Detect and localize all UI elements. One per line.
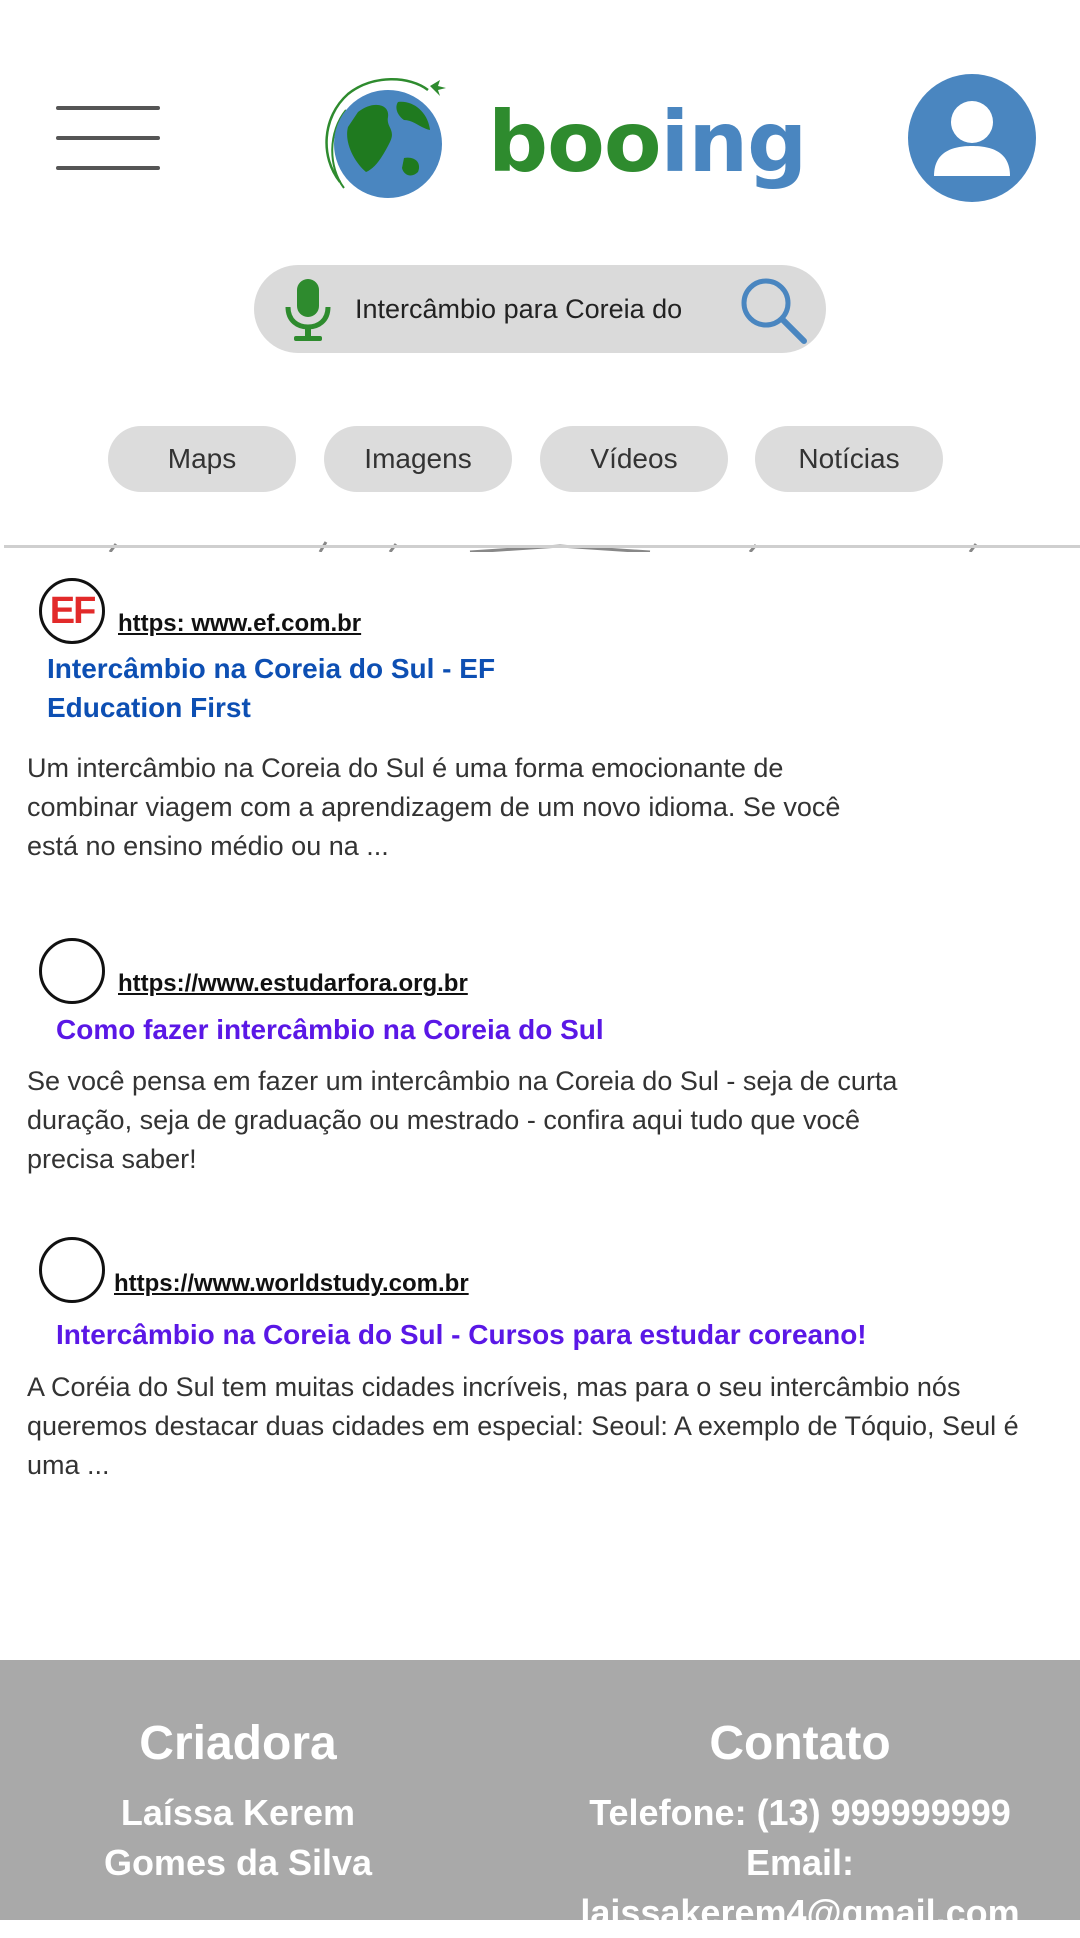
result-3-snippet-line2: queremos destacar duas cidades em especi… — [27, 1411, 1019, 1441]
result-2-url[interactable]: https://www.estudarfora.org.br — [118, 970, 468, 998]
result-2-snippet-line2: duração, seja de graduação ou mestrado -… — [27, 1105, 861, 1135]
result-1-url[interactable]: https: www.ef.com.br — [118, 610, 361, 638]
result-2-snippet-line1: Se você pensa em fazer um intercâmbio na… — [27, 1066, 898, 1096]
contact-email[interactable]: laissakerem4@gmail.com — [540, 1888, 1060, 1938]
globe-icon — [325, 78, 446, 198]
section-divider — [4, 545, 1080, 548]
result-1-snippet-line3: está no ensino médio ou na ... — [27, 831, 389, 861]
search-input[interactable]: Intercâmbio para Coreia do — [355, 265, 723, 353]
background-decoration — [108, 541, 978, 552]
result-1-snippet: Um intercâmbio na Coreia do Sul é uma fo… — [27, 749, 840, 866]
person-silhouette — [934, 101, 1010, 176]
footer-contact-heading: Contato — [709, 1717, 891, 1770]
result-2-title[interactable]: Como fazer intercâmbio na Coreia do Sul — [56, 1010, 604, 1049]
result-3-snippet-line3: uma ... — [27, 1450, 110, 1480]
logo-text-part2: ing — [660, 93, 808, 191]
result-1-snippet-line2: combinar viagem com a aprendizagem de um… — [27, 792, 841, 822]
logo-text-part1: boo — [488, 93, 662, 191]
search-icon[interactable] — [736, 273, 812, 349]
result-2-site-icon — [39, 938, 105, 1004]
result-2-snippet-line3: precisa saber! — [27, 1144, 197, 1174]
result-3-url[interactable]: https://www.worldstudy.com.br — [114, 1270, 469, 1298]
hamburger-menu-icon[interactable] — [56, 106, 160, 170]
result-1-title-line1: Intercâmbio na Coreia do Sul - EF — [47, 653, 496, 684]
creator-name-line2: Gomes da Silva — [103, 1842, 373, 1883]
footer-creator-heading: Criadora — [139, 1717, 337, 1770]
footer-creator-name: Laíssa Kerem Gomes da Silva — [0, 1788, 476, 1888]
microphone-icon[interactable] — [280, 277, 336, 343]
tab-videos[interactable]: Vídeos — [540, 426, 728, 492]
result-1-title[interactable]: Intercâmbio na Coreia do Sul - EF Educat… — [47, 649, 495, 727]
result-3-snippet: A Coréia do Sul tem muitas cidades incrí… — [27, 1368, 1019, 1485]
result-1-title-line2: Education First — [47, 692, 251, 723]
tab-noticias[interactable]: Notícias — [755, 426, 943, 492]
contact-email-label: Email: — [745, 1842, 855, 1883]
result-3-site-icon — [39, 1237, 105, 1303]
search-bar[interactable]: Intercâmbio para Coreia do — [254, 265, 826, 353]
footer-contact-details: Telefone: (13) 999999999 Email: laissake… — [540, 1788, 1060, 1938]
tab-imagens[interactable]: Imagens — [324, 426, 512, 492]
brand-logo-text: booing — [488, 92, 808, 192]
contact-phone: Telefone: (13) 999999999 — [589, 1792, 1011, 1833]
tab-maps[interactable]: Maps — [108, 426, 296, 492]
result-2-snippet: Se você pensa em fazer um intercâmbio na… — [27, 1062, 897, 1179]
result-1-snippet-line1: Um intercâmbio na Coreia do Sul é uma fo… — [27, 753, 784, 783]
footer: Criadora Laíssa Kerem Gomes da Silva Con… — [0, 1660, 1080, 1933]
result-3-snippet-line1: A Coréia do Sul tem muitas cidades incrí… — [27, 1372, 961, 1402]
user-avatar-icon[interactable] — [908, 74, 1036, 202]
ef-site-icon: EF — [39, 578, 105, 644]
result-3-title[interactable]: Intercâmbio na Coreia do Sul - Cursos pa… — [56, 1315, 867, 1354]
creator-name-line1: Laíssa Kerem — [120, 1792, 356, 1833]
